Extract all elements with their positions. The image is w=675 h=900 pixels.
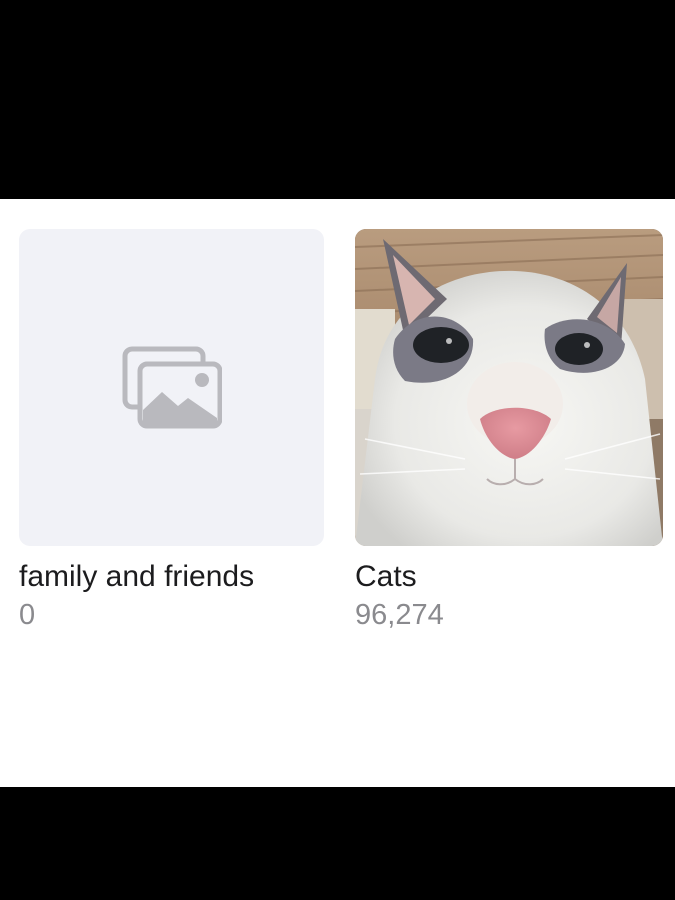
album-thumbnail-cat-photo[interactable] — [355, 229, 663, 546]
cat-photo-image — [355, 229, 663, 546]
album-count: 0 — [19, 599, 36, 631]
album-count: 96,274 — [355, 599, 444, 631]
album-family-and-friends[interactable]: family and friends 0 — [19, 229, 324, 632]
album-title: family and friends — [19, 560, 255, 593]
albums-grid: family and friends 0 Cats 96,274 — [0, 199, 675, 787]
album-cats[interactable]: Cats 96,274 — [355, 229, 663, 632]
album-thumbnail-placeholder[interactable] — [19, 229, 324, 546]
album-title: Cats — [355, 560, 417, 593]
screen: family and friends 0 Cats 96,274 — [0, 0, 675, 900]
photos-placeholder-icon — [122, 346, 222, 430]
